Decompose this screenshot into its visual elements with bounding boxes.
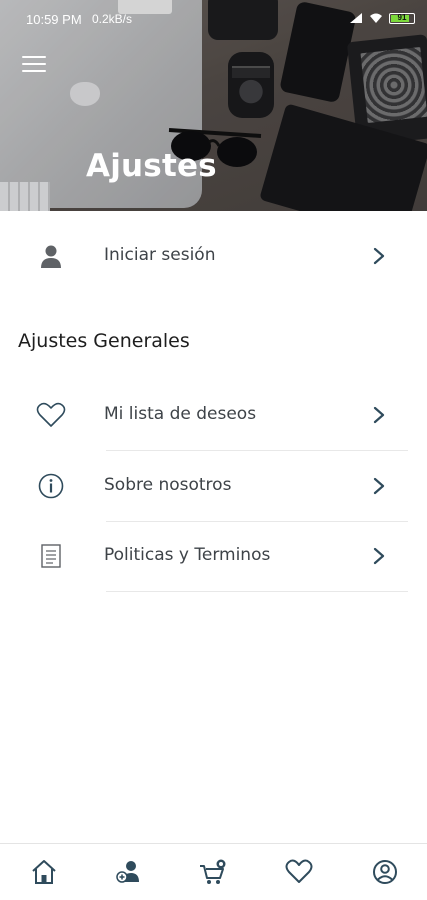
header-banner: 10:59 PM 0.2kB/s 91 Ajustes	[0, 0, 427, 211]
status-icons: 91	[349, 12, 415, 24]
cart-icon[interactable]	[199, 858, 227, 886]
wifi-icon	[370, 13, 382, 23]
hamburger-menu-icon[interactable]	[22, 56, 46, 76]
page-title: Ajustes	[86, 148, 217, 184]
heart-icon[interactable]	[285, 858, 313, 886]
divider	[106, 591, 408, 592]
signal-icon	[350, 13, 362, 23]
home-icon[interactable]	[30, 858, 58, 886]
divider	[106, 450, 408, 451]
battery-level: 91	[397, 12, 407, 22]
status-time: 10:59 PM	[26, 12, 82, 27]
policies-row[interactable]: Politicas y Terminos	[0, 526, 427, 586]
divider	[106, 521, 408, 522]
login-label: Iniciar sesión	[104, 245, 216, 265]
about-label: Sobre nosotros	[104, 475, 232, 495]
heart-outline-icon	[36, 402, 66, 427]
chevron-right-icon	[373, 247, 385, 265]
chevron-right-icon	[373, 406, 385, 424]
policies-label: Politicas y Terminos	[104, 545, 271, 565]
bottom-nav	[0, 843, 427, 900]
person-icon	[41, 245, 61, 268]
wishlist-label: Mi lista de deseos	[104, 404, 257, 424]
login-row[interactable]: Iniciar sesión	[0, 226, 427, 286]
add-user-icon[interactable]	[115, 858, 143, 886]
chevron-right-icon	[373, 477, 385, 495]
chevron-right-icon	[373, 547, 385, 565]
document-icon	[41, 544, 61, 568]
account-circle-icon[interactable]	[371, 858, 399, 886]
section-title-general: Ajustes Generales	[18, 330, 190, 352]
status-speed: 0.2kB/s	[92, 12, 133, 26]
wishlist-row[interactable]: Mi lista de deseos	[0, 385, 427, 445]
status-bar: 10:59 PM 0.2kB/s 91	[0, 0, 427, 38]
battery-icon: 91	[389, 12, 415, 24]
about-row[interactable]: Sobre nosotros	[0, 456, 427, 516]
info-circle-icon	[38, 473, 64, 499]
